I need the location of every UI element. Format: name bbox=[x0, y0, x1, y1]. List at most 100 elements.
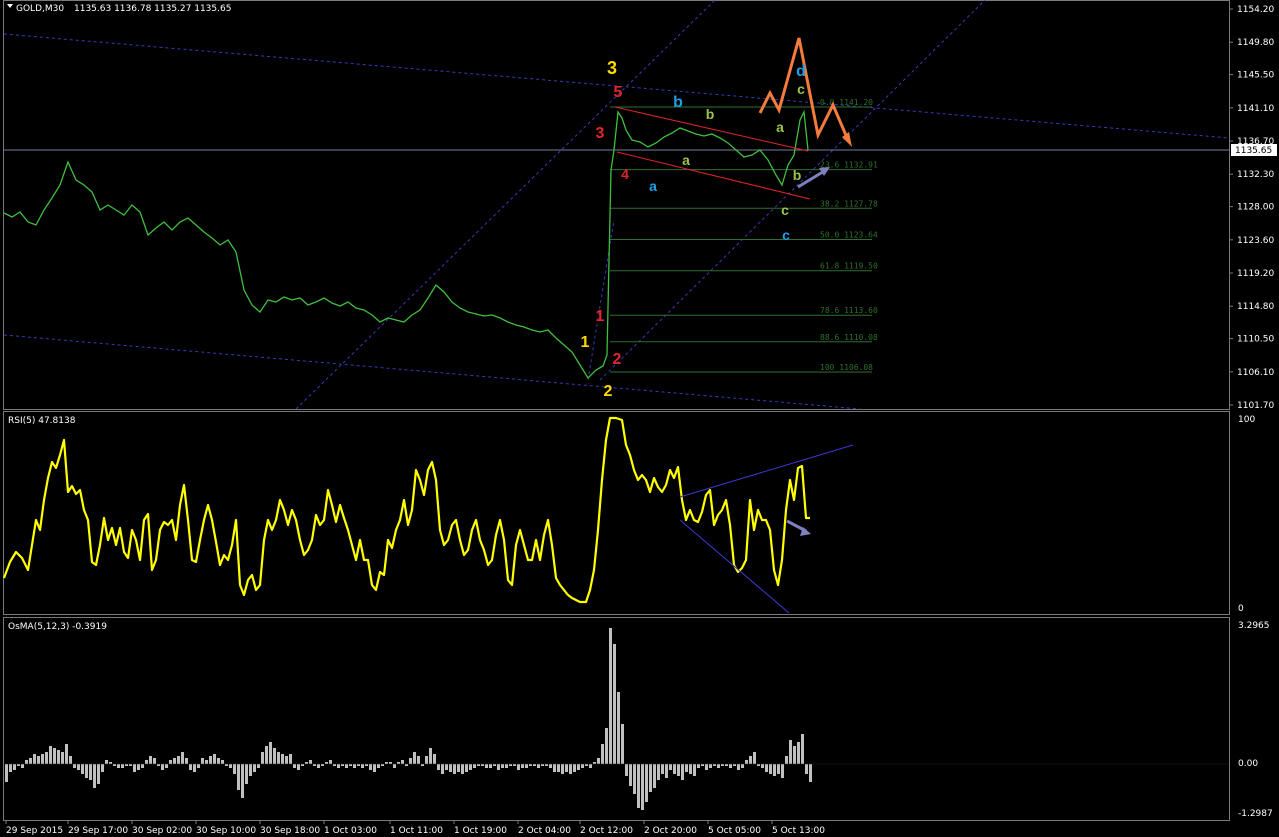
osma-bar bbox=[21, 764, 24, 768]
wave-label-blue: b bbox=[673, 94, 683, 111]
osma-bar bbox=[425, 756, 428, 764]
ohlc-values: 1135.63 1136.78 1135.27 1135.65 bbox=[74, 4, 231, 14]
osma-bar bbox=[133, 764, 136, 772]
osma-bar bbox=[681, 764, 684, 780]
osma-bar bbox=[509, 764, 512, 766]
osma-bar bbox=[721, 764, 724, 766]
wave-label-red: 4 bbox=[621, 166, 629, 182]
wave-labels: 12312345abcdabcabc bbox=[581, 58, 806, 400]
osma-bar bbox=[413, 752, 416, 764]
osma-bar bbox=[169, 760, 172, 764]
osma-bar bbox=[149, 756, 152, 764]
fibonacci-retracement[interactable]: 0.0 1141.2023.6 1132.9138.2 1127.7850.0 … bbox=[610, 98, 878, 373]
osma-bar bbox=[29, 758, 32, 764]
osma-bar bbox=[785, 756, 788, 764]
wave-label-green: a bbox=[776, 119, 784, 135]
osma-bar bbox=[645, 764, 648, 802]
osma-bar bbox=[773, 764, 776, 776]
price-tick-label: 1106.10 bbox=[1237, 368, 1274, 378]
osma-bar bbox=[801, 734, 804, 764]
osma-scale-bottom: -1.2987 bbox=[1238, 809, 1273, 819]
osma-bar bbox=[5, 764, 8, 782]
osma-bar bbox=[245, 764, 248, 784]
price-tick-label: 1128.00 bbox=[1237, 203, 1274, 213]
osma-bar bbox=[421, 764, 424, 766]
osma-bar bbox=[165, 764, 168, 768]
osma-bar bbox=[665, 764, 668, 778]
osma-bar bbox=[789, 740, 792, 764]
osma-bar bbox=[697, 764, 700, 768]
wave-label-red: 1 bbox=[596, 308, 605, 325]
osma-bar bbox=[269, 742, 272, 764]
osma-bar bbox=[113, 764, 116, 766]
osma-bar bbox=[361, 764, 364, 768]
wave-label-yellow: 1 bbox=[581, 334, 590, 351]
time-tick-label: 30 Sep 18:00 bbox=[260, 826, 320, 836]
osma-bar bbox=[605, 728, 608, 764]
osma-bar bbox=[693, 764, 696, 776]
osma-bar bbox=[45, 752, 48, 764]
osma-bar bbox=[657, 764, 660, 780]
time-tick-label: 2 Oct 04:00 bbox=[518, 826, 571, 836]
osma-bar bbox=[585, 764, 588, 766]
wave-label-red: 3 bbox=[596, 125, 605, 142]
wave-trendline bbox=[587, 219, 615, 381]
osma-bar bbox=[205, 760, 208, 764]
wave-label-yellow: 3 bbox=[607, 58, 617, 78]
osma-bar bbox=[117, 764, 120, 768]
osma-bar bbox=[181, 752, 184, 764]
osma-bar bbox=[685, 764, 688, 772]
time-tick-label: 5 Oct 05:00 bbox=[708, 826, 761, 836]
osma-bar bbox=[289, 754, 292, 764]
osma-bar bbox=[637, 764, 640, 808]
osma-bar bbox=[325, 762, 328, 764]
osma-bar bbox=[197, 764, 200, 768]
osma-bar bbox=[649, 764, 652, 792]
osma-bar bbox=[613, 644, 616, 764]
osma-bar bbox=[221, 760, 224, 764]
chart-canvas[interactable]: GOLD,M30 1135.63 1136.78 1135.27 1135.65… bbox=[0, 0, 1279, 837]
osma-bar bbox=[465, 764, 468, 772]
osma-bar bbox=[173, 758, 176, 764]
osma-bar bbox=[85, 764, 88, 778]
osma-bar bbox=[33, 754, 36, 764]
time-tick-label: 2 Oct 12:00 bbox=[580, 826, 633, 836]
osma-bar bbox=[93, 764, 96, 788]
osma-bar bbox=[101, 764, 104, 772]
osma-bar bbox=[761, 764, 764, 768]
osma-bar bbox=[253, 764, 256, 772]
osma-bar bbox=[629, 764, 632, 786]
osma-bar bbox=[457, 764, 460, 772]
dropdown-triangle-icon[interactable] bbox=[7, 4, 13, 8]
osma-bar bbox=[345, 764, 348, 768]
osma-bar bbox=[549, 764, 552, 768]
chart-window[interactable]: GOLD,M30 1135.63 1136.78 1135.27 1135.65… bbox=[0, 0, 1279, 837]
osma-bar bbox=[381, 764, 384, 766]
osma-bar bbox=[141, 764, 144, 768]
osma-bar bbox=[661, 764, 664, 774]
time-tick-label: 5 Oct 13:00 bbox=[772, 826, 825, 836]
osma-bar bbox=[501, 764, 504, 768]
osma-bar bbox=[485, 764, 488, 768]
osma-histogram bbox=[4, 628, 1229, 810]
osma-bar bbox=[321, 764, 324, 766]
price-tick-label: 1119.20 bbox=[1237, 269, 1274, 279]
osma-bar bbox=[353, 764, 356, 768]
osma-bar bbox=[9, 764, 12, 772]
osma-bar bbox=[601, 744, 604, 764]
osma-bar bbox=[513, 764, 516, 766]
osma-bar bbox=[153, 758, 156, 764]
osma-bar bbox=[201, 758, 204, 764]
rsi-series bbox=[2, 416, 810, 604]
price-tick-label: 1132.30 bbox=[1237, 170, 1274, 180]
osma-bar bbox=[805, 764, 808, 774]
osma-bar bbox=[489, 764, 492, 768]
fib-level-label: 78.6 1113.60 bbox=[820, 306, 878, 315]
osma-bar bbox=[537, 764, 540, 768]
price-scale: 1154.201149.801145.501141.101136.701132.… bbox=[1229, 5, 1274, 411]
osma-bar bbox=[229, 764, 232, 768]
osma-bar bbox=[673, 764, 676, 774]
osma-bar bbox=[25, 760, 28, 764]
osma-bar bbox=[77, 764, 80, 770]
osma-bar bbox=[209, 756, 212, 764]
